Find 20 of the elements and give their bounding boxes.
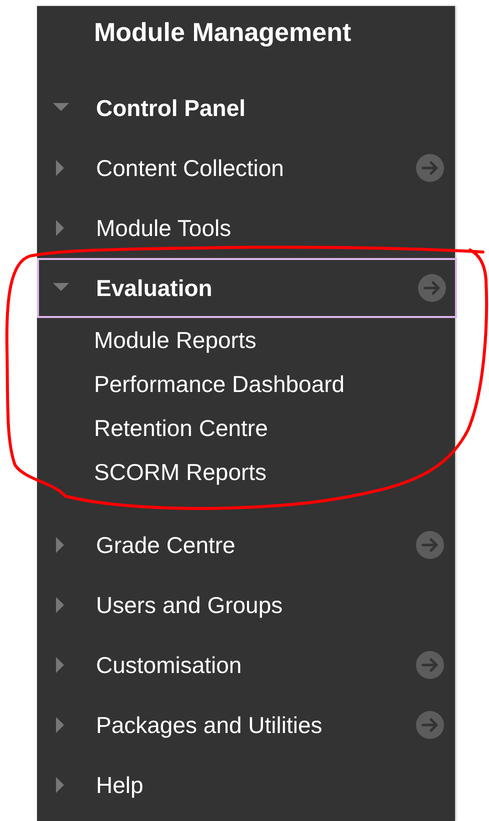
arrow-circle-icon[interactable] — [415, 530, 445, 560]
submenu-link[interactable]: SCORM Reports — [37, 450, 455, 494]
submenu-link[interactable]: Module Reports — [37, 318, 455, 362]
focused-menu-row[interactable]: Evaluation — [37, 258, 457, 318]
sidebar-item[interactable]: Evaluation — [96, 274, 417, 302]
section-header[interactable]: Control Panel — [96, 94, 445, 122]
sidebar-item[interactable]: Module Tools — [96, 214, 445, 242]
sidebar-item[interactable]: Help — [96, 772, 445, 798]
arrow-circle-icon[interactable] — [417, 273, 447, 303]
sidebar-item[interactable]: Customisation — [96, 652, 415, 678]
arrow-circle-icon[interactable] — [415, 710, 445, 740]
panel-title: Module Management — [93, 16, 352, 49]
sidebar-item[interactable]: Content Collection — [96, 154, 415, 182]
arrow-circle-icon[interactable] — [415, 650, 445, 680]
arrow-circle-icon[interactable] — [415, 153, 445, 183]
sidebar-item[interactable]: Grade Centre — [96, 532, 415, 558]
sidebar-item[interactable]: Packages and Utilities — [96, 712, 415, 738]
submenu-link[interactable]: Performance Dashboard — [37, 362, 455, 406]
sidebar-item[interactable]: Users and Groups — [96, 592, 445, 618]
submenu-link[interactable]: Retention Centre — [37, 406, 455, 450]
